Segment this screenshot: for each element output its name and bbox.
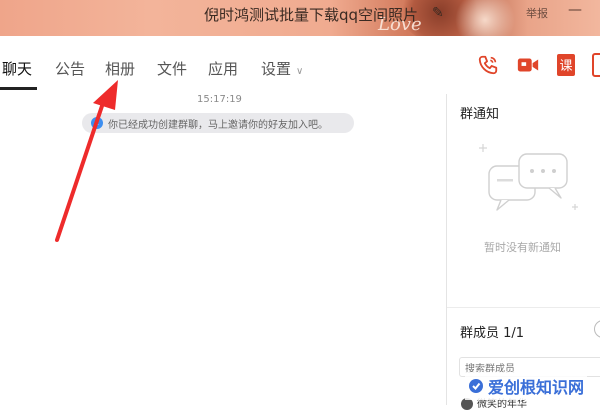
watermark-text: 爱创根知识网 <box>488 378 585 397</box>
members-title: 群成员 1/1 <box>460 326 525 341</box>
tab-bar: 聊天 公告 相册 文件 应用 设置 ∨ 课 <box>0 36 600 95</box>
chevron-down-icon: ∨ <box>296 66 304 77</box>
active-tab-indicator <box>0 87 37 90</box>
phone-call-icon[interactable] <box>475 52 501 78</box>
lesson-icon[interactable]: 课 <box>553 52 579 78</box>
tab-announcement[interactable]: 公告 <box>55 58 85 79</box>
group-side-panel: 群通知 暂时没有新通知 群成员 1/1 微笑的年华 <box>446 94 600 410</box>
more-icon[interactable] <box>591 52 600 78</box>
pencil-icon[interactable]: ✎ <box>432 5 444 21</box>
chat-area: 15:17:19 i 你已经成功创建群聊，马上邀请你的好友加入吧。 <box>0 94 446 405</box>
video-call-icon[interactable] <box>515 52 541 78</box>
tab-chat[interactable]: 聊天 <box>2 58 32 79</box>
info-icon: i <box>91 117 103 129</box>
window-title: 倪时鸿测试批量下载qq空间照片 <box>204 6 419 24</box>
tab-files[interactable]: 文件 <box>157 58 187 79</box>
tab-album[interactable]: 相册 <box>105 58 135 79</box>
tab-apps[interactable]: 应用 <box>208 58 238 79</box>
tab-settings-label: 设置 <box>261 60 292 78</box>
system-message-text: 你已经成功创建群聊，马上邀请你的好友加入吧。 <box>108 119 328 131</box>
empty-notice-illustration <box>479 144 578 211</box>
message-timestamp: 15:17:19 <box>197 94 242 105</box>
title-bar: Love 倪时鸿测试批量下载qq空间照片 ✎ 举报 — <box>0 0 600 36</box>
title-background-glow <box>455 0 515 36</box>
watermark-logo-icon <box>469 379 483 393</box>
report-link[interactable]: 举报 <box>526 5 548 21</box>
member-search-icon[interactable] <box>594 320 600 338</box>
window-control-icon[interactable]: — <box>568 2 582 18</box>
svg-text:课: 课 <box>559 59 572 74</box>
notice-title: 群通知 <box>460 107 500 122</box>
side-divider <box>447 307 600 308</box>
system-message: i 你已经成功创建群聊，马上邀请你的好友加入吧。 <box>82 113 354 133</box>
site-watermark: 爱创根知识网 <box>465 372 588 400</box>
notice-empty-text: 暂时没有新通知 <box>484 241 561 254</box>
tab-settings[interactable]: 设置 ∨ <box>261 58 303 79</box>
